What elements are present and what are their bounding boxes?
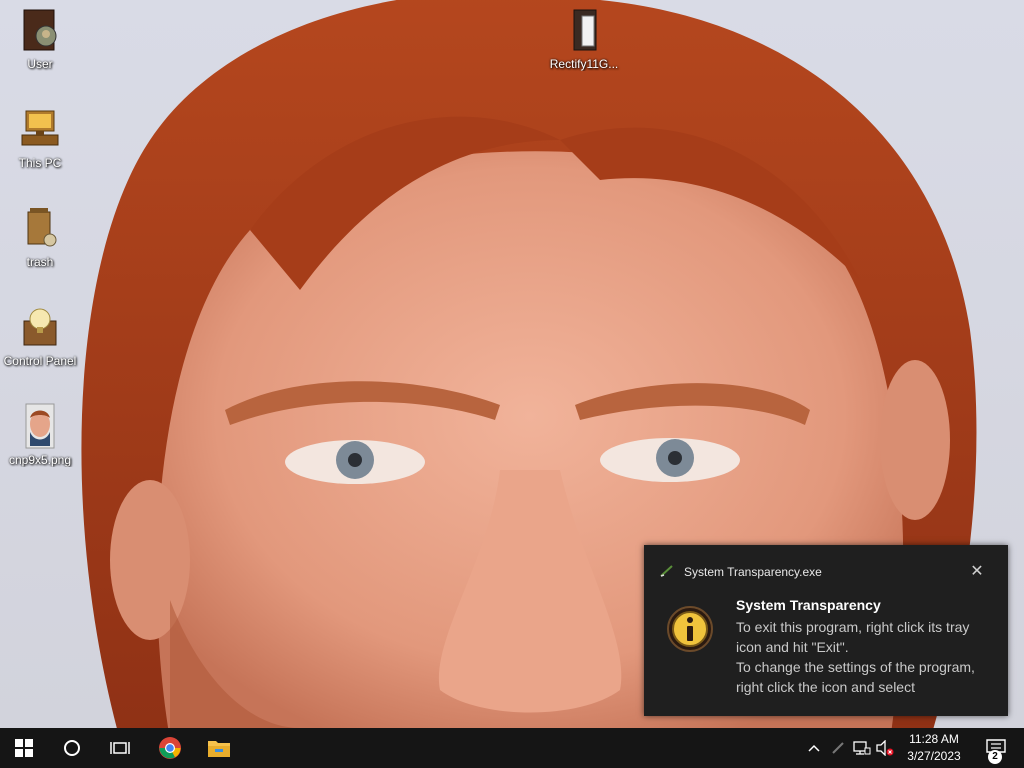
taskbar: 11:28 AM 3/27/2023 2 bbox=[0, 728, 1024, 768]
notification-toast[interactable]: System Transparency.exe ✕ System Transpa… bbox=[644, 545, 1008, 716]
desktop-icon-label: Control Panel bbox=[3, 354, 77, 368]
desktop-icon-image-file[interactable]: cnp9x5.png bbox=[0, 402, 80, 467]
task-view-icon bbox=[110, 742, 130, 754]
trash-icon bbox=[27, 208, 57, 247]
toast-body: To exit this program, right click its tr… bbox=[736, 617, 998, 697]
desktop-icon-label: Rectify11G... bbox=[549, 57, 619, 71]
file-icon bbox=[573, 9, 597, 51]
search-button[interactable] bbox=[48, 728, 96, 768]
show-hidden-icons-button[interactable] bbox=[802, 728, 826, 768]
close-icon[interactable]: ✕ bbox=[968, 563, 986, 581]
user-folder-icon bbox=[23, 9, 57, 51]
computer-icon bbox=[21, 110, 59, 146]
start-button[interactable] bbox=[0, 728, 48, 768]
desktop-icon-control-panel[interactable]: Control Panel bbox=[0, 303, 80, 368]
desktop-icon-label: User bbox=[27, 57, 53, 71]
chrome-icon bbox=[159, 737, 181, 759]
app-pen-icon bbox=[660, 565, 673, 577]
toast-title: System Transparency bbox=[736, 597, 881, 613]
toast-header: System Transparency.exe ✕ bbox=[660, 563, 992, 581]
pen-icon bbox=[832, 742, 844, 754]
desktop-icon-this-pc[interactable]: This PC bbox=[0, 105, 80, 170]
volume-muted-icon bbox=[876, 740, 894, 756]
tray-pen-button[interactable] bbox=[828, 728, 848, 768]
desktop-icon-label: cnp9x5.png bbox=[8, 453, 72, 467]
taskbar-app-chrome[interactable] bbox=[146, 728, 194, 768]
desktop-icon-user[interactable]: User bbox=[0, 6, 80, 71]
tray-network-button[interactable] bbox=[850, 728, 874, 768]
desktop-icon-trash[interactable]: trash bbox=[0, 204, 80, 269]
control-panel-icon bbox=[23, 308, 57, 346]
clock-date: 3/27/2023 bbox=[907, 749, 961, 763]
toast-app-name: System Transparency.exe bbox=[684, 565, 822, 579]
desktop-icon-label: trash bbox=[26, 255, 54, 269]
folder-icon bbox=[208, 741, 230, 757]
desktop: User This PC trash Control Panel cnp9x5.… bbox=[0, 0, 1024, 728]
search-circle-icon bbox=[64, 740, 80, 756]
windows-start-icon bbox=[15, 739, 33, 757]
taskbar-app-file-explorer[interactable] bbox=[195, 728, 243, 768]
chevron-up-icon bbox=[808, 744, 820, 752]
tray-volume-button[interactable] bbox=[874, 728, 896, 768]
image-file-icon bbox=[25, 403, 55, 449]
network-icon bbox=[853, 741, 871, 755]
taskbar-clock[interactable]: 11:28 AM 3/27/2023 bbox=[896, 731, 972, 767]
toast-body-line: To exit this program, right click its tr… bbox=[736, 619, 970, 655]
toast-body-line: To change the settings of the program, r… bbox=[736, 659, 975, 695]
desktop-icon-label: This PC bbox=[18, 156, 62, 170]
action-center-badge: 2 bbox=[988, 750, 1002, 764]
task-view-button[interactable] bbox=[96, 728, 144, 768]
desktop-icon-rectify[interactable]: Rectify11G... bbox=[544, 6, 624, 71]
clock-time: 11:28 AM bbox=[909, 732, 959, 746]
info-icon bbox=[667, 606, 713, 652]
